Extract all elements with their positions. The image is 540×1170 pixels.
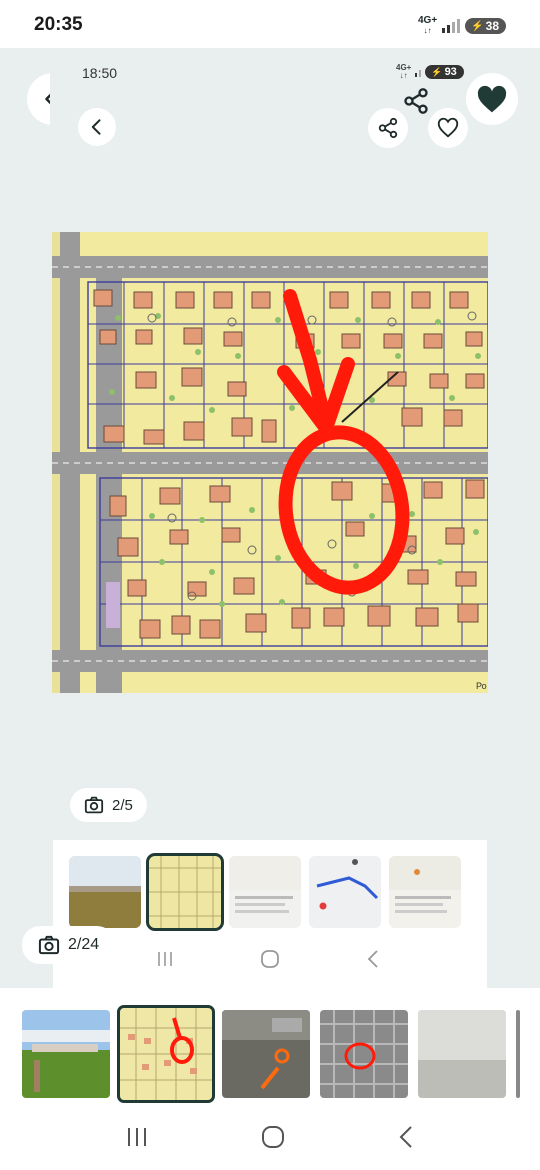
inner-thumbnail[interactable]	[389, 856, 461, 928]
inner-status-icons: 4G+ ↓↑ ⚡ 93	[396, 64, 464, 80]
inner-back-button[interactable]	[78, 108, 116, 146]
inner-thumbnail[interactable]	[69, 856, 141, 928]
heart-icon	[477, 85, 507, 113]
thumbnail-panel	[0, 988, 540, 1170]
inner-photo-counter: 2/5	[70, 788, 147, 822]
back-nav-icon[interactable]	[365, 949, 381, 969]
share-icon	[404, 88, 428, 114]
site-plan-image: Ро	[52, 232, 488, 693]
map-label: Ро	[476, 681, 487, 691]
photo-counter: 2/24	[22, 926, 116, 964]
navigation-bar	[70, 1122, 470, 1152]
camera-icon	[84, 796, 104, 814]
recents-icon[interactable]	[155, 950, 175, 968]
back-icon	[91, 119, 101, 135]
battery-indicator: ⚡ 38	[465, 18, 506, 34]
share-icon	[378, 117, 398, 139]
inner-navigation-bar	[113, 944, 423, 974]
inner-signal-icon	[415, 67, 422, 77]
network-indicator: 4G+ ↓↑	[418, 15, 438, 36]
thumbnail-partial[interactable]	[516, 1010, 520, 1098]
inner-thumbnail[interactable]	[229, 856, 301, 928]
home-icon[interactable]	[259, 948, 281, 970]
thumbnail[interactable]	[222, 1010, 310, 1098]
back-nav-icon[interactable]	[397, 1125, 415, 1149]
thumbnail[interactable]	[22, 1010, 110, 1098]
signal-icon	[442, 19, 461, 33]
status-icons: 4G+ ↓↑ ⚡ 38	[418, 16, 506, 36]
recents-icon[interactable]	[125, 1126, 149, 1148]
inner-thumbnail-selected[interactable]	[146, 853, 224, 931]
inner-battery-indicator: ⚡ 93	[425, 65, 464, 79]
thumbnail[interactable]	[418, 1010, 506, 1098]
thumbnail[interactable]	[320, 1010, 408, 1098]
heart-icon	[437, 117, 459, 138]
inner-thumbnail-panel	[53, 840, 487, 988]
main-photo[interactable]: Ро	[52, 232, 488, 693]
camera-icon	[38, 935, 60, 955]
favorite-button[interactable]	[466, 73, 518, 125]
home-icon[interactable]	[260, 1124, 286, 1150]
status-time: 20:35	[34, 14, 83, 35]
status-bar: 20:35 4G+ ↓↑ ⚡ 38	[0, 0, 540, 48]
share-button[interactable]	[392, 77, 440, 125]
thumbnail-selected[interactable]	[117, 1005, 215, 1103]
inner-status-time: 18:50	[82, 65, 118, 81]
inner-thumbnail[interactable]	[309, 856, 381, 928]
